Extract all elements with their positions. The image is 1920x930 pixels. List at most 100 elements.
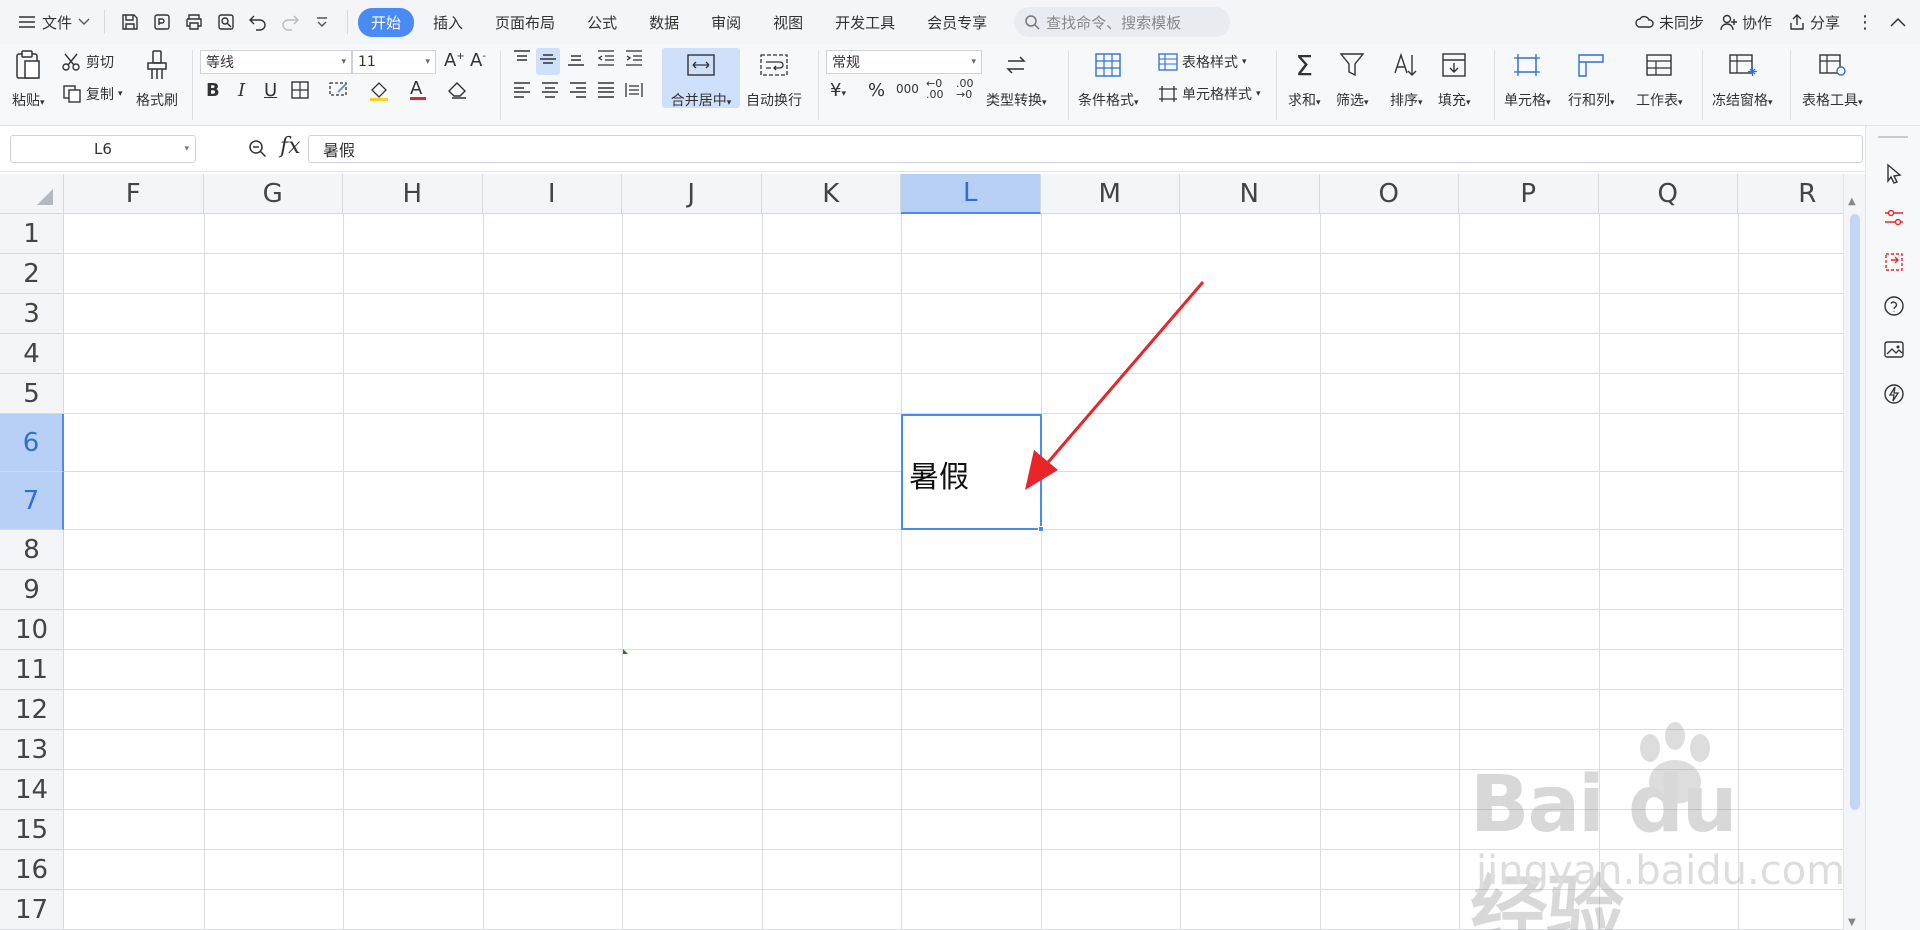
table-style-button[interactable]: 表格样式 ▾ bbox=[1158, 52, 1247, 72]
align-middle-icon[interactable] bbox=[536, 48, 560, 75]
tab-review[interactable]: 审阅 bbox=[698, 8, 754, 37]
clear-format-icon[interactable] bbox=[446, 80, 468, 105]
formula-input[interactable]: 暑假 bbox=[308, 135, 1863, 163]
sync-status-button[interactable]: 未同步 bbox=[1635, 12, 1704, 33]
table-tools-button[interactable]: 表格工具▾ bbox=[1802, 48, 1863, 110]
bold-icon[interactable]: B bbox=[206, 80, 220, 101]
fill-handle[interactable] bbox=[1037, 526, 1044, 532]
italic-icon[interactable]: I bbox=[238, 80, 245, 101]
tab-insert[interactable]: 插入 bbox=[420, 8, 476, 37]
scroll-up-icon[interactable]: ▲ bbox=[1848, 196, 1856, 207]
tab-formulas[interactable]: 公式 bbox=[574, 8, 630, 37]
border-icon[interactable] bbox=[290, 80, 312, 105]
underline-icon[interactable]: U bbox=[264, 80, 277, 101]
column-header-k[interactable]: K bbox=[761, 174, 901, 214]
column-header-f[interactable]: F bbox=[64, 174, 204, 214]
worksheet-button[interactable]: 工作表▾ bbox=[1636, 48, 1683, 110]
fx-icon[interactable]: fx bbox=[280, 134, 301, 159]
tab-page-layout[interactable]: 页面布局 bbox=[482, 8, 568, 37]
decrease-font-icon[interactable]: A- bbox=[470, 50, 486, 71]
column-header-i[interactable]: I bbox=[482, 174, 622, 214]
redo-icon[interactable] bbox=[279, 11, 301, 33]
row-header-10[interactable]: 10 bbox=[0, 610, 64, 650]
row-header-2[interactable]: 2 bbox=[0, 254, 64, 294]
sum-button[interactable]: Σ 求和▾ bbox=[1288, 48, 1321, 110]
undo-icon[interactable] bbox=[247, 11, 269, 33]
column-header-q[interactable]: Q bbox=[1598, 174, 1738, 214]
lightning-icon[interactable] bbox=[1882, 382, 1906, 406]
row-header-1[interactable]: 1 bbox=[0, 214, 64, 254]
align-bottom-icon[interactable] bbox=[566, 48, 586, 73]
save-icon[interactable] bbox=[119, 11, 141, 33]
align-right-icon[interactable] bbox=[568, 80, 588, 105]
format-painter-button[interactable]: 格式刷 bbox=[136, 48, 178, 110]
vertical-scrollbar[interactable]: ▲ ▼ bbox=[1843, 174, 1865, 930]
column-header-p[interactable]: P bbox=[1459, 174, 1599, 214]
align-left-icon[interactable] bbox=[512, 80, 532, 105]
row-header-9[interactable]: 9 bbox=[0, 570, 64, 610]
column-header-j[interactable]: J bbox=[622, 174, 762, 214]
file-menu-button[interactable]: 文件 bbox=[0, 0, 98, 44]
row-header-6[interactable]: 6 bbox=[0, 414, 64, 472]
row-header-16[interactable]: 16 bbox=[0, 850, 64, 890]
type-convert-button[interactable]: 类型转换▾ bbox=[986, 48, 1047, 110]
align-center-icon[interactable] bbox=[540, 80, 560, 105]
tab-home[interactable]: 开始 bbox=[358, 7, 415, 37]
help-icon[interactable] bbox=[1882, 294, 1906, 318]
scrollbar-thumb[interactable] bbox=[1850, 214, 1860, 810]
row-header-12[interactable]: 12 bbox=[0, 690, 64, 730]
tab-developer[interactable]: 开发工具 bbox=[822, 8, 908, 37]
print-preview-icon[interactable] bbox=[215, 11, 237, 33]
export-pdf-icon[interactable] bbox=[151, 11, 173, 33]
cell-style-button[interactable]: 单元格样式 ▾ bbox=[1158, 84, 1261, 104]
row-header-17[interactable]: 17 bbox=[0, 890, 64, 930]
tab-data[interactable]: 数据 bbox=[636, 8, 692, 37]
pointer-select-icon[interactable] bbox=[1882, 162, 1906, 186]
collaborate-button[interactable]: 协作 bbox=[1720, 12, 1772, 33]
collapse-ribbon-icon[interactable] bbox=[1890, 17, 1906, 27]
wrap-text-button[interactable]: 自动换行 bbox=[746, 48, 802, 110]
thousands-separator-icon[interactable]: 000 bbox=[896, 82, 919, 96]
row-header-3[interactable]: 3 bbox=[0, 294, 64, 334]
font-size-select[interactable]: 11 ▾ bbox=[352, 50, 436, 74]
font-color-icon[interactable]: A bbox=[410, 78, 426, 100]
row-header-14[interactable]: 14 bbox=[0, 770, 64, 810]
command-search-input[interactable]: 查找命令、搜索模板 bbox=[1014, 7, 1231, 37]
row-header-11[interactable]: 11 bbox=[0, 650, 64, 690]
column-header-h[interactable]: H bbox=[343, 174, 483, 214]
row-header-7[interactable]: 7 bbox=[0, 472, 64, 530]
cut-button[interactable]: 剪切 bbox=[62, 52, 114, 72]
number-format-select[interactable]: 常规 ▾ bbox=[826, 50, 982, 74]
row-header-15[interactable]: 15 bbox=[0, 810, 64, 850]
font-name-select[interactable]: 等线 ▾ bbox=[200, 50, 352, 74]
row-col-button[interactable]: 行和列▾ bbox=[1568, 48, 1615, 110]
conditional-format-button[interactable]: 条件格式▾ bbox=[1078, 48, 1139, 110]
scroll-down-icon[interactable]: ▼ bbox=[1848, 917, 1856, 928]
column-header-r[interactable]: R bbox=[1738, 174, 1843, 214]
fill-button[interactable]: 填充▾ bbox=[1438, 48, 1471, 110]
zoom-formula-icon[interactable] bbox=[248, 139, 268, 163]
convert-table-icon[interactable] bbox=[1882, 250, 1906, 274]
settings-sliders-icon[interactable] bbox=[1882, 206, 1906, 230]
row-header-13[interactable]: 13 bbox=[0, 730, 64, 770]
share-button[interactable]: 分享 bbox=[1788, 12, 1840, 33]
select-all-button[interactable] bbox=[0, 174, 64, 214]
cell-button[interactable]: 单元格▾ bbox=[1504, 48, 1551, 110]
name-box[interactable]: L6 ▾ bbox=[10, 135, 196, 163]
increase-font-icon[interactable]: A+ bbox=[444, 50, 465, 71]
row-header-4[interactable]: 4 bbox=[0, 334, 64, 374]
tab-member[interactable]: 会员专享 bbox=[914, 8, 1000, 37]
align-top-icon[interactable] bbox=[512, 48, 532, 73]
print-icon[interactable] bbox=[183, 11, 205, 33]
column-header-g[interactable]: G bbox=[203, 174, 343, 214]
decrease-decimal-icon[interactable]: .00 →0 bbox=[956, 78, 974, 100]
decrease-indent-icon[interactable] bbox=[596, 48, 616, 73]
increase-decimal-icon[interactable]: ←0.00 bbox=[926, 78, 944, 100]
paste-button[interactable]: 粘贴▾ bbox=[12, 48, 45, 110]
column-header-l[interactable]: L bbox=[901, 174, 1041, 214]
increase-indent-icon[interactable] bbox=[624, 48, 644, 73]
column-header-n[interactable]: N bbox=[1180, 174, 1320, 214]
image-tool-icon[interactable] bbox=[1882, 338, 1906, 362]
tab-view[interactable]: 视图 bbox=[760, 8, 816, 37]
customize-toolbar-icon[interactable] bbox=[311, 11, 333, 33]
